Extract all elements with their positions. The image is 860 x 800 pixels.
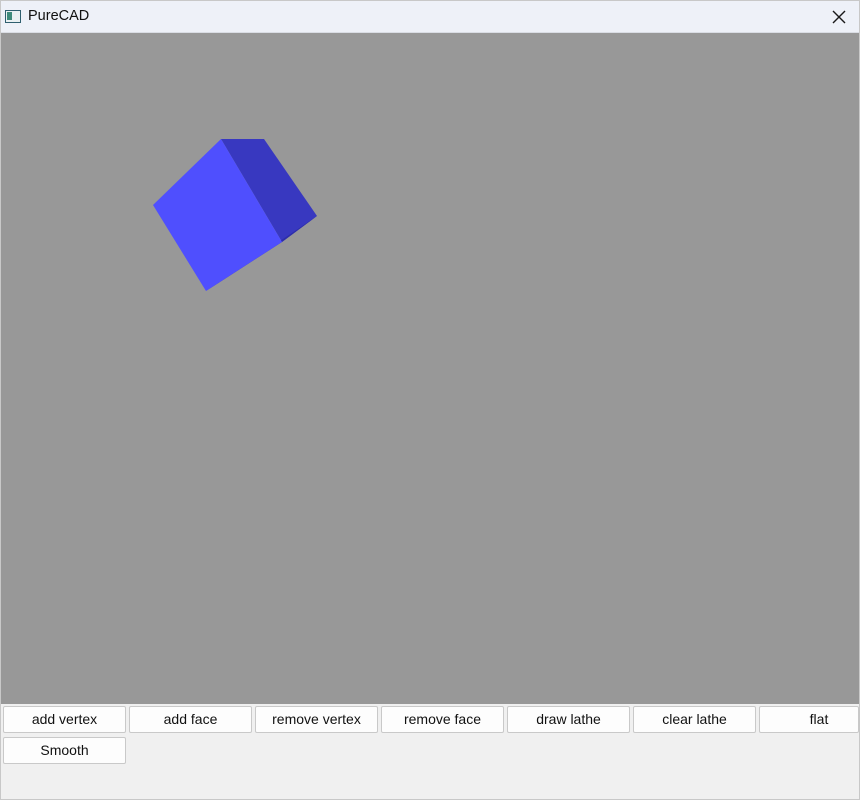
remove-vertex-button[interactable]: remove vertex — [255, 706, 378, 733]
smooth-button[interactable]: Smooth — [3, 737, 126, 764]
cube-model — [153, 139, 317, 291]
add-vertex-button[interactable]: add vertex — [3, 706, 126, 733]
add-face-button[interactable]: add face — [129, 706, 252, 733]
draw-lathe-button[interactable]: draw lathe — [507, 706, 630, 733]
app-window: PureCAD add vertex add face remove verte… — [0, 0, 860, 800]
close-button[interactable] — [819, 1, 859, 32]
close-icon — [832, 10, 846, 24]
toolbar: add vertex add face remove vertex remove… — [1, 704, 859, 799]
flat-button[interactable]: flat — [759, 706, 859, 733]
clear-lathe-button[interactable]: clear lathe — [633, 706, 756, 733]
remove-face-button[interactable]: remove face — [381, 706, 504, 733]
window-app-icon — [5, 10, 21, 23]
3d-viewport[interactable] — [1, 33, 859, 704]
window-title: PureCAD — [28, 8, 90, 24]
title-bar[interactable]: PureCAD — [1, 1, 859, 33]
scene-canvas — [153, 139, 317, 291]
